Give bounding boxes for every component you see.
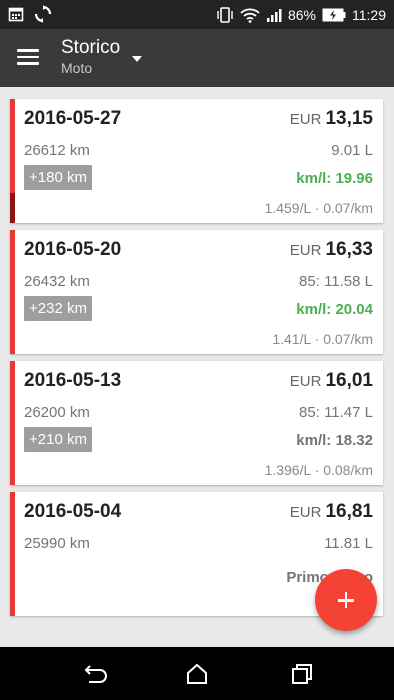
- entry-price: EUR 16,01: [290, 370, 373, 392]
- vibrate-icon: [217, 6, 233, 23]
- entry-date: 2016-05-27: [24, 108, 122, 129]
- odometer-value: 26200 km: [24, 404, 90, 421]
- distance-badge: +180 km: [24, 165, 92, 190]
- amount-value: 16,33: [325, 239, 373, 260]
- hamburger-menu-icon[interactable]: [14, 45, 42, 71]
- recents-icon[interactable]: [287, 659, 317, 689]
- efficiency-value: km/l: 19.96: [296, 170, 373, 187]
- vehicle-name: Moto: [61, 60, 93, 76]
- entry-price: EUR 16,33: [290, 239, 373, 261]
- odometer-value: 26612 km: [24, 142, 90, 159]
- refuel-history-list: 2016-05-27 EUR 13,15 26612 km 9.01 L +180…: [0, 87, 394, 647]
- back-icon[interactable]: [79, 659, 109, 689]
- entry-date: 2016-05-13: [24, 370, 122, 391]
- home-icon[interactable]: [182, 659, 212, 689]
- distance-badge: +232 km: [24, 296, 92, 321]
- efficiency-value: km/l: 18.32: [296, 432, 373, 449]
- vehicle-selector[interactable]: Storico Moto: [61, 37, 120, 77]
- odometer-value: 25990 km: [24, 535, 90, 552]
- amount-value: 16,01: [325, 370, 373, 391]
- battery-percent: 86%: [287, 6, 316, 23]
- liters-value: 85: 11.47 L: [299, 404, 373, 421]
- signal-icon: [266, 8, 282, 22]
- entry-date: 2016-05-04: [24, 501, 122, 522]
- amount-value: 13,15: [325, 108, 373, 129]
- status-bar-right: 86% 11:29: [216, 0, 386, 29]
- currency-label: EUR: [289, 373, 322, 390]
- clock: 11:29: [352, 6, 386, 23]
- sync-icon: [34, 5, 52, 23]
- add-icon-stroke: [344, 592, 348, 608]
- odometer-value: 26432 km: [24, 273, 90, 290]
- entry-price: EUR 13,15: [290, 108, 373, 130]
- currency-label: EUR: [289, 242, 322, 259]
- status-bar: 86% 11:29: [0, 0, 394, 29]
- liters-value: 9.01 L: [331, 142, 373, 159]
- cost-info: 1.459/L · 0.07/km: [264, 200, 373, 216]
- currency-label: EUR: [289, 504, 322, 521]
- distance-badge: +210 km: [24, 427, 92, 452]
- dropdown-caret-icon[interactable]: [132, 56, 142, 62]
- refuel-entry[interactable]: 2016-05-20 EUR 16,33 26432 km 85: 11.58 L…: [10, 230, 383, 354]
- cost-info: 1.41/L · 0.07/km: [272, 331, 373, 347]
- currency-label: EUR: [289, 111, 322, 128]
- liters-value: 85: 11.58 L: [299, 273, 373, 290]
- liters-value: 11.81 L: [324, 535, 373, 552]
- battery-icon: [322, 8, 346, 21]
- cost-info: 1.396/L · 0.08/km: [264, 462, 373, 478]
- page-title: Storico: [61, 37, 121, 58]
- status-bar-left: [8, 5, 52, 23]
- system-nav-bar: [0, 647, 394, 700]
- app-toolbar: Storico Moto: [0, 29, 394, 87]
- entry-price: EUR 16,81: [290, 501, 373, 523]
- add-refuel-button[interactable]: [315, 569, 377, 631]
- wifi-icon: [240, 8, 260, 23]
- entry-date: 2016-05-20: [24, 239, 122, 260]
- amount-value: 16,81: [325, 501, 373, 522]
- refuel-entry[interactable]: 2016-05-13 EUR 16,01 26200 km 85: 11.47 L…: [10, 361, 383, 485]
- refuel-entry[interactable]: 2016-05-27 EUR 13,15 26612 km 9.01 L +180…: [10, 99, 383, 223]
- efficiency-value: km/l: 20.04: [296, 301, 373, 318]
- calendar-icon: [8, 7, 24, 22]
- latest-entry-marker: [10, 193, 15, 223]
